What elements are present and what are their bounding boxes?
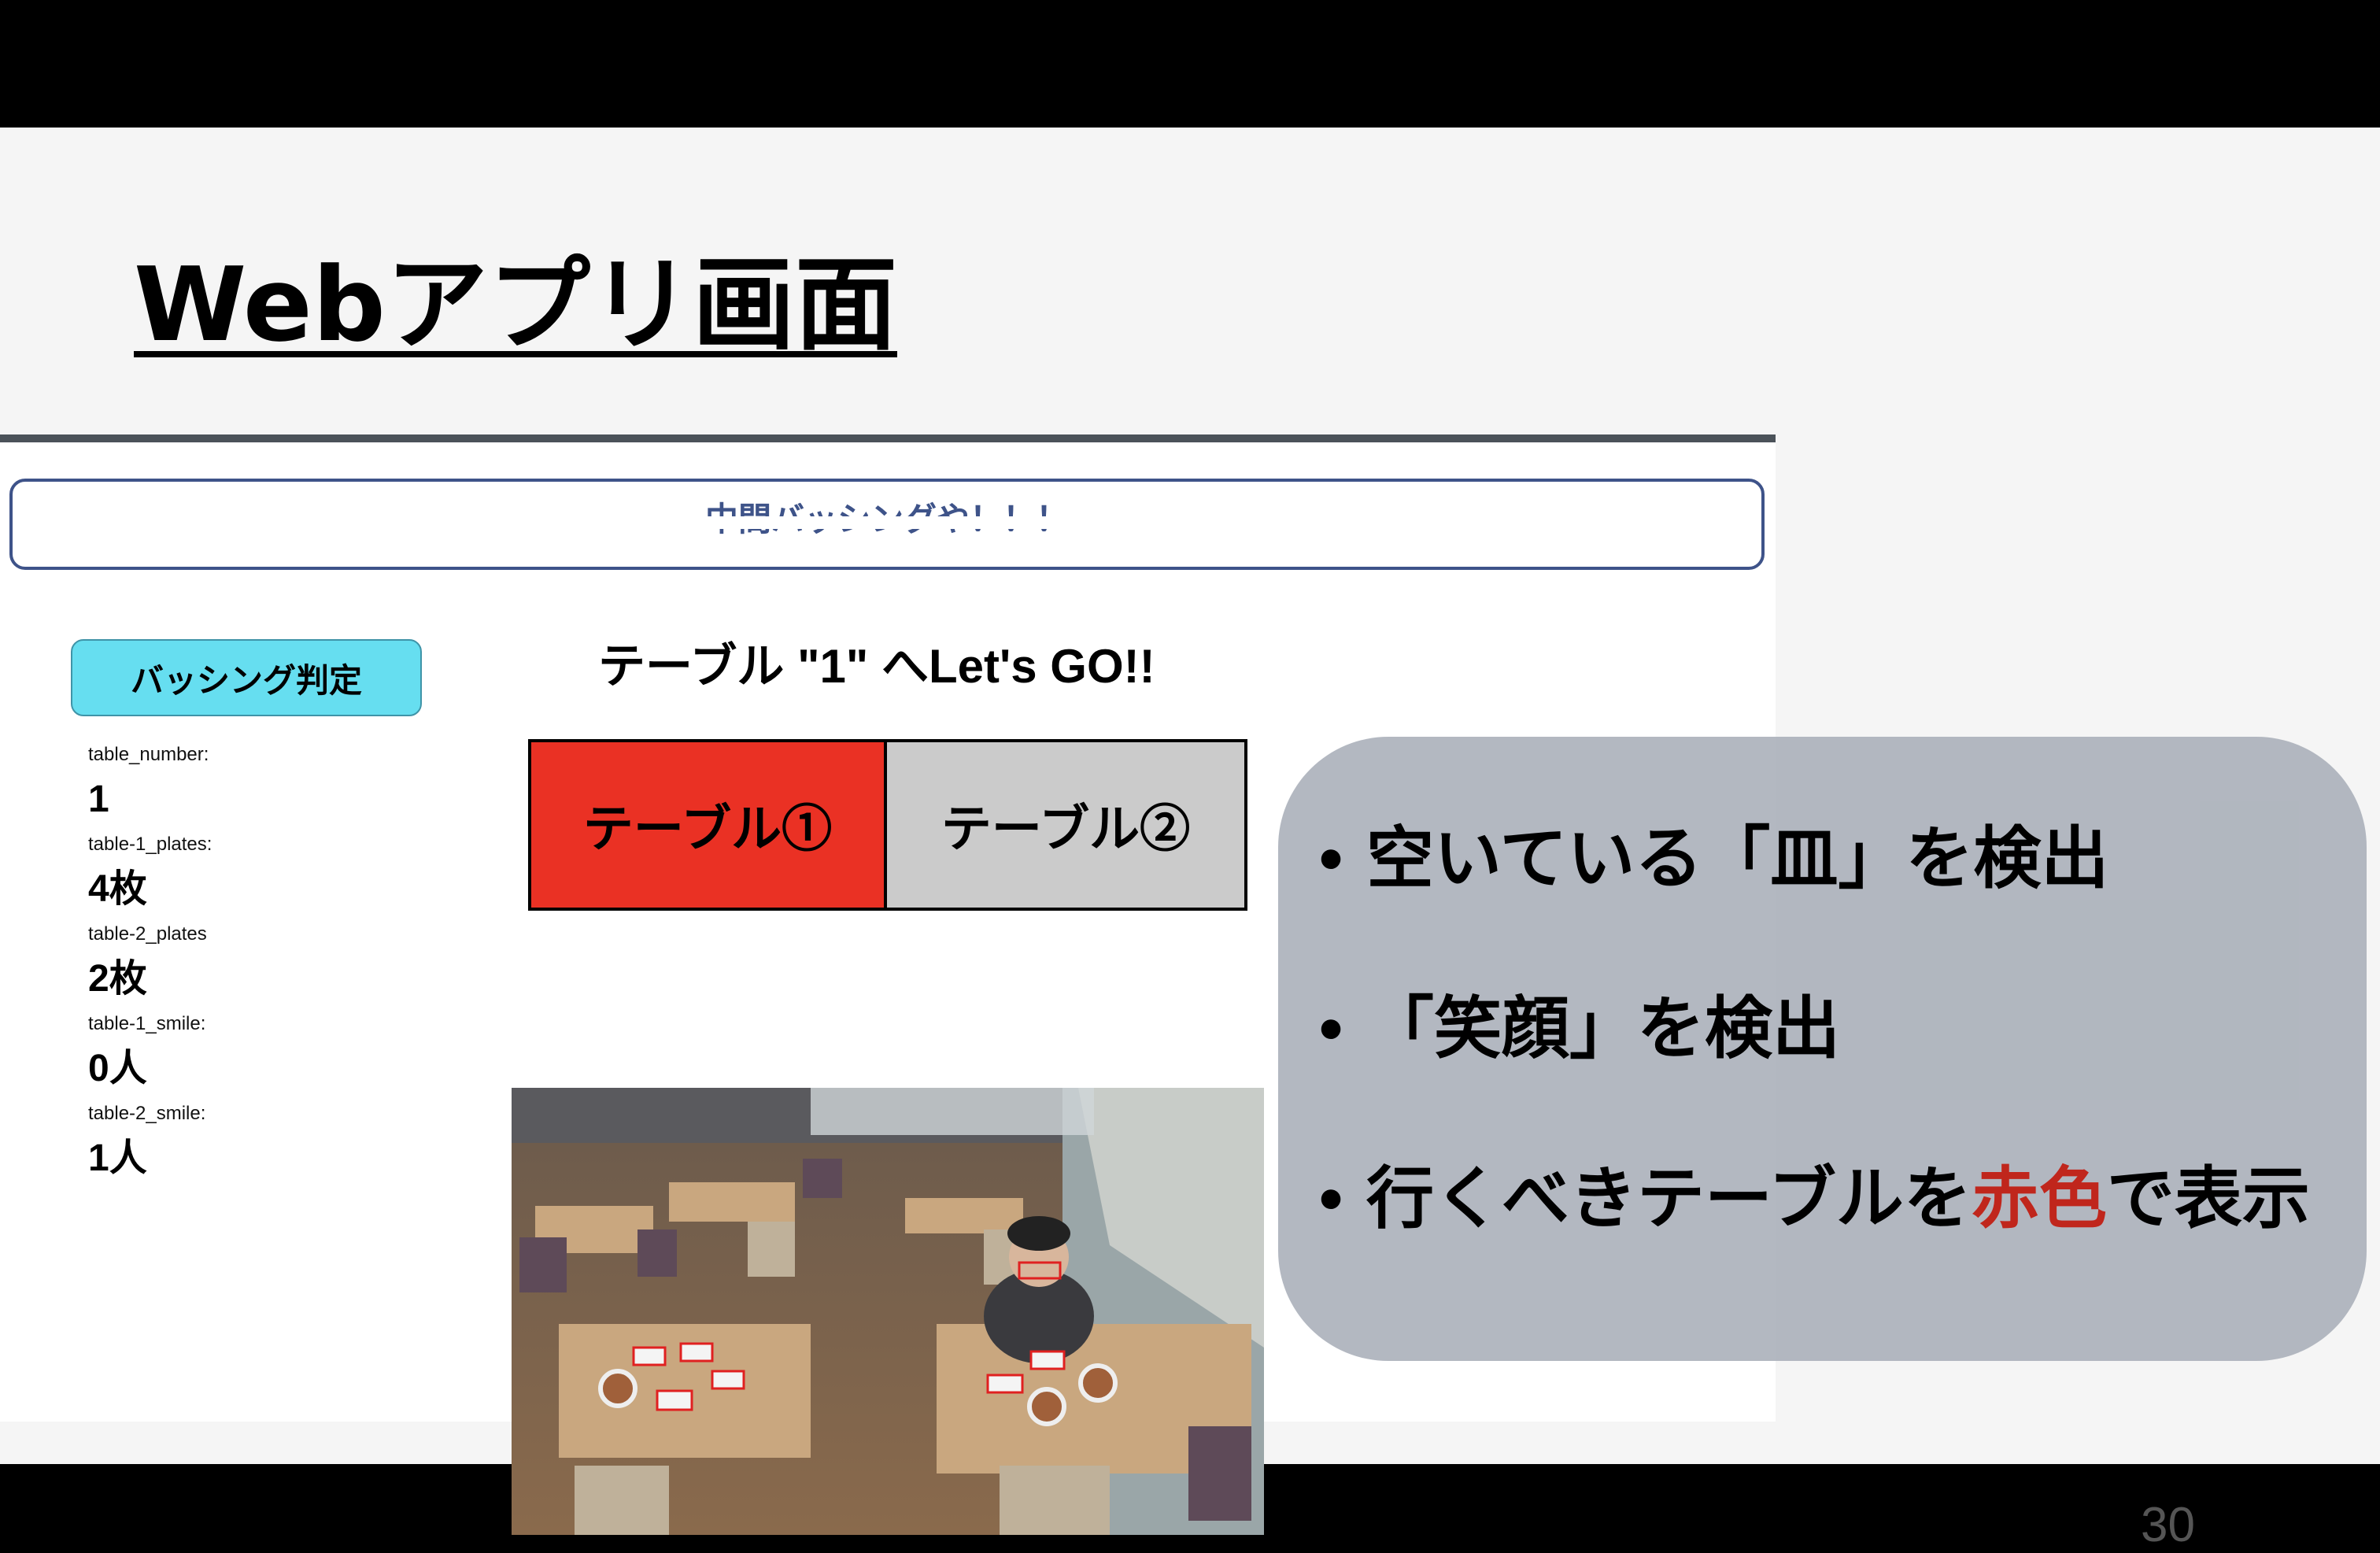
bullet-dot: • [1319,991,1343,1067]
table-2-button[interactable]: テーブル② [887,739,1247,911]
detection-photo [512,1088,1264,1535]
go-message: テーブル "1" へLet's GO!! [598,640,1155,693]
feature-text: 空いている「皿」を検出 [1366,821,2109,897]
table-1-button[interactable]: テーブル① [528,739,887,911]
stat-value-table1-smile: 0人 [88,1048,147,1089]
stat-label-table2-plates: table-2_plates [88,923,207,945]
stat-label-table2-smile: table-2_smile: [88,1103,206,1124]
stat-value-table-number: 1 [88,778,109,820]
stats-panel: table_number: 1 table-1_plates: 4枚 table… [88,741,482,1190]
feature-item: • 空いている「皿」を検出 [1319,815,2310,985]
feature-item: • 行くべきテーブルを 赤色 で表示 [1319,1156,2310,1326]
stat-value-table1-plates: 4枚 [88,868,147,910]
page-number: 30 [2141,1498,2195,1552]
stat-value-table2-smile: 1人 [88,1137,147,1179]
banner-gap [526,516,1248,529]
stat-label-table-number: table_number: [88,744,209,765]
feature-item: • 「笑顔」を検出 [1319,985,2310,1156]
stat-value-table2-plates: 2枚 [88,958,147,1000]
feature-text-prefix: 行くべきテーブルを [1366,1161,1972,1237]
bussing-judge-button[interactable]: バッシング判定 [71,639,422,716]
feature-list: • 空いている「皿」を検出 • 「笑顔」を検出 • 行くべきテーブルを 赤色 で表示 [1319,815,2310,1326]
feature-text: 「笑顔」を検出 [1366,991,1840,1067]
feature-callout: • 空いている「皿」を検出 • 「笑顔」を検出 • 行くべきテーブルを 赤色 で表示 [1278,737,2367,1361]
slide-title: Webアプリ画面 [134,245,897,364]
stat-label-table1-smile: table-1_smile: [88,1013,206,1034]
bullet-dot: • [1319,1161,1343,1237]
stat-label-table1-plates: table-1_plates: [88,834,213,855]
cafeteria-photo-image [512,1088,1264,1535]
bullet-dot: • [1319,821,1343,897]
feature-text-highlight: 赤色 [1971,1161,2107,1237]
feature-text-suffix: で表示 [2106,1161,2310,1237]
